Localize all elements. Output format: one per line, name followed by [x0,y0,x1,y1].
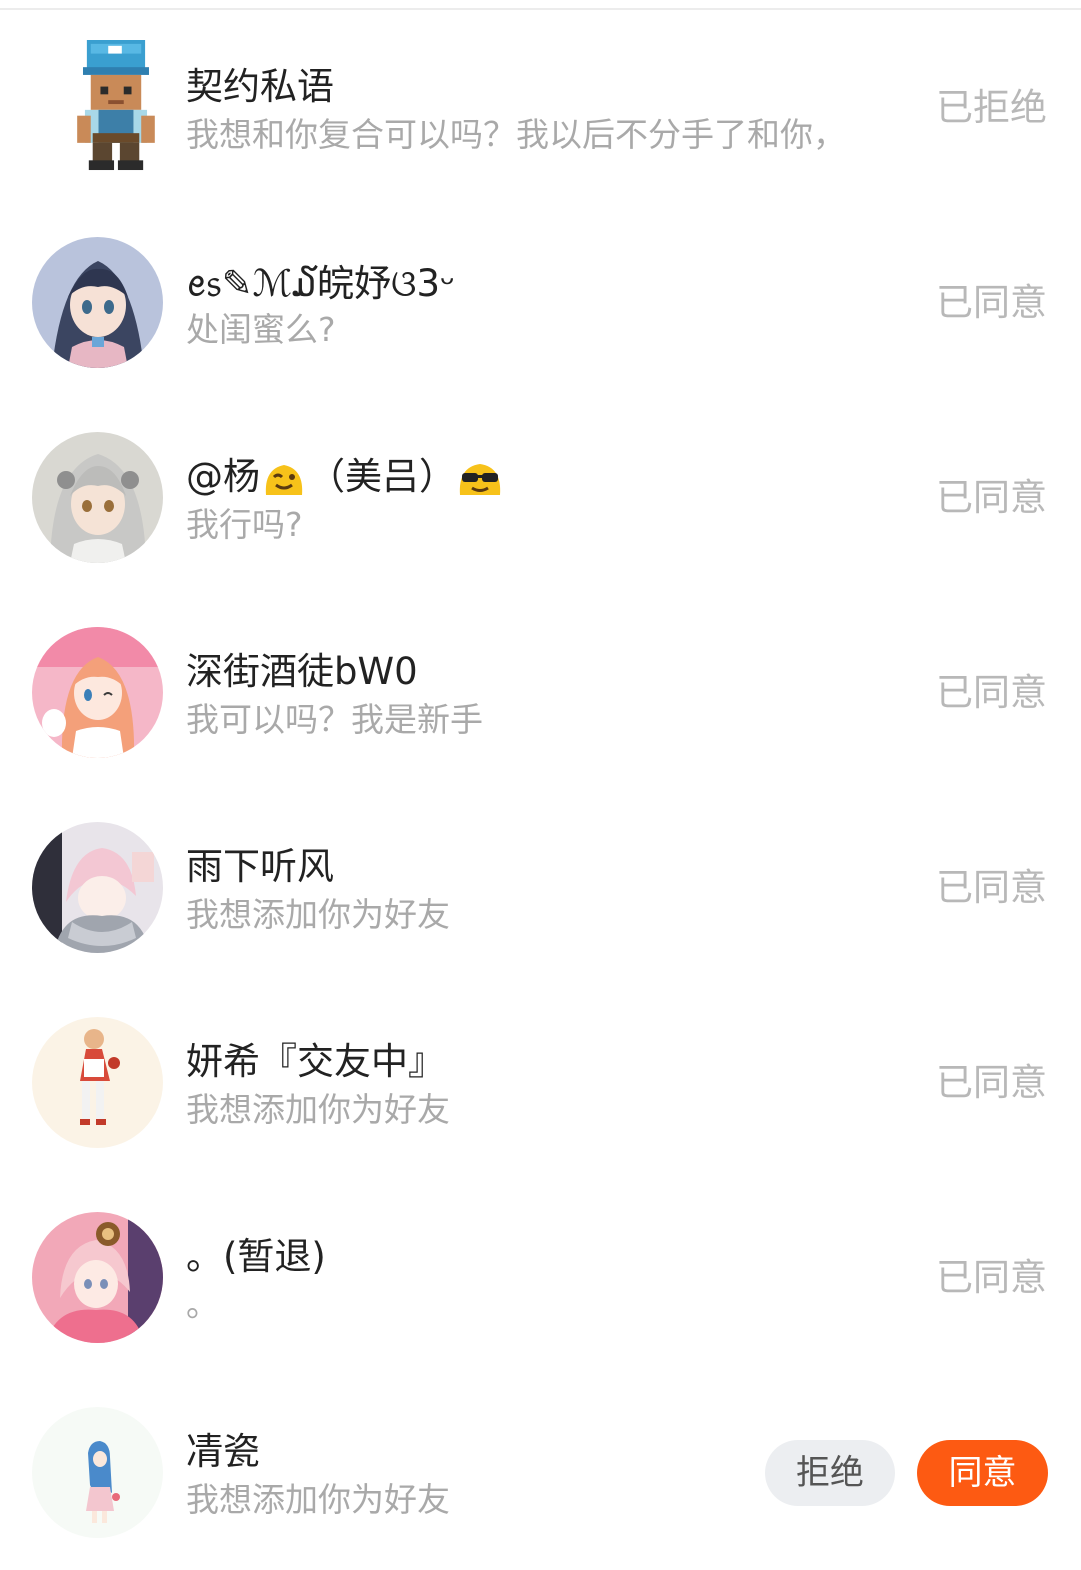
reject-button[interactable]: 拒绝 [765,1440,895,1506]
request-row[interactable]: 契约私语 我想和你复合可以吗？我以后不分手了和你， 已拒绝 [0,10,1081,205]
requester-name: 契约私语 [186,65,334,108]
request-message: 我想添加你为好友 [186,895,450,934]
request-status: 已同意 [936,476,1047,519]
request-status: 已同意 [936,866,1047,909]
requester-name: 雨下听风 [186,845,334,888]
anime-boy-avatar[interactable] [32,822,163,953]
request-message: 我想添加你为好友 [186,1480,450,1519]
requester-name: 深街酒徒bW0 [186,650,418,693]
request-message: 我行吗? [186,505,303,544]
request-message: 处闺蜜么? [186,310,336,349]
request-status: 已同意 [936,1256,1047,1299]
anime-girl-avatar[interactable] [32,237,163,368]
requester-name: 妍希『交友中』 [186,1040,445,1083]
name-middle: （美吕） [308,455,456,498]
request-status: 已同意 [936,281,1047,324]
request-row[interactable]: 凊瓷 我想添加你为好友 拒绝 同意 [0,1375,1081,1570]
requester-name: ꫀ᥉✎ℳ໓皖妤ଓ3ᵕ [186,262,456,305]
anime-blue-hair-avatar[interactable] [32,1407,163,1538]
request-row[interactable]: 深街酒徒bW0 我可以吗？我是新手 已同意 [0,595,1081,790]
name-prefix: @杨 [186,455,260,498]
sunglasses-face-emoji [458,461,502,497]
requester-name: 凊瓷 [186,1430,260,1473]
requester-name: 。(暂退) [186,1235,326,1278]
anime-pink-hoodie-avatar[interactable] [32,1212,163,1343]
request-row[interactable]: @杨 （美吕） 我行吗? 已同意 [0,400,1081,595]
winking-face-emoji [262,461,306,497]
anime-silver-hair-avatar[interactable] [32,432,163,563]
anime-chibi-avatar[interactable] [32,1017,163,1148]
anime-pink-girl-avatar[interactable] [32,627,163,758]
request-row[interactable]: 。(暂退) 。 已同意 [0,1180,1081,1375]
request-status: 已拒绝 [936,86,1047,129]
requester-name: @杨 （美吕） [186,455,504,499]
request-message: 我可以吗？我是新手 [186,700,483,739]
request-message: 。 [186,1285,219,1324]
request-row[interactable]: 雨下听风 我想添加你为好友 已同意 [0,790,1081,985]
request-message: 我想添加你为好友 [186,1090,450,1129]
request-message: 我想和你复合可以吗？我以后不分手了和你， [186,115,846,154]
request-row[interactable]: 妍希『交友中』 我想添加你为好友 已同意 [0,985,1081,1180]
request-status: 已同意 [936,671,1047,714]
request-row[interactable]: ꫀ᥉✎ℳ໓皖妤ଓ3ᵕ 处闺蜜么? 已同意 [0,205,1081,400]
accept-button[interactable]: 同意 [917,1440,1048,1506]
request-status: 已同意 [936,1061,1047,1104]
pixel-character-avatar[interactable] [50,40,155,175]
